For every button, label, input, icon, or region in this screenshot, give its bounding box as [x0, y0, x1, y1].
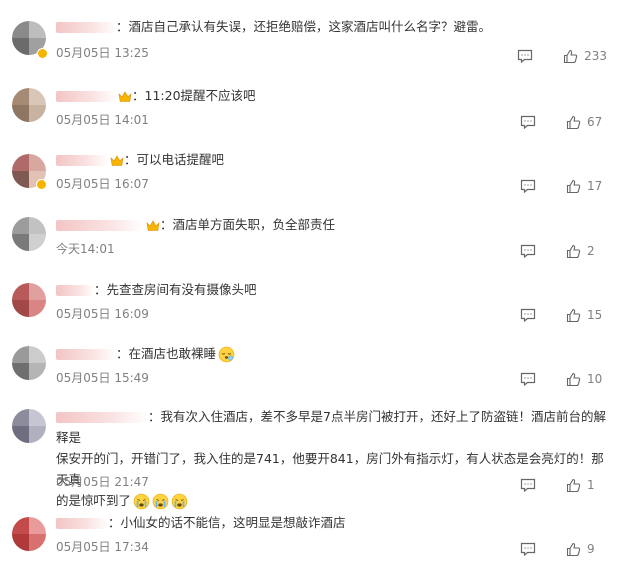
crown-icon: [110, 154, 124, 166]
username[interactable]: [56, 220, 144, 231]
comment-text: ：酒店自己承认有失误，还拒绝赔偿，这家酒店叫什么名字？避雷。: [116, 19, 492, 34]
comment-actions: 1: [520, 476, 607, 494]
like-button[interactable]: 9: [566, 542, 607, 557]
comment-text: ：酒店单方面失职，负全部责任: [160, 217, 336, 232]
username[interactable]: [56, 91, 116, 102]
like-count: 1: [587, 478, 595, 492]
comment-reply-icon[interactable]: [520, 478, 536, 492]
thumbs-up-icon: [566, 308, 581, 322]
comment-text: 的是惊吓到了: [56, 493, 132, 508]
verified-badge-icon: [36, 179, 47, 190]
like-button[interactable]: 1: [566, 478, 607, 493]
avatar[interactable]: [12, 217, 46, 251]
verified-badge-icon: [37, 48, 48, 59]
comment-reply-icon[interactable]: [520, 308, 536, 322]
comment-reply-icon[interactable]: [520, 179, 536, 193]
username[interactable]: [56, 155, 108, 166]
thumbs-up-icon: [564, 49, 578, 63]
comment-time: 05月05日 16:09: [56, 307, 149, 321]
username[interactable]: [56, 412, 148, 423]
comment-text-line: ：可以电话提醒吧: [56, 149, 607, 171]
comment-actions: 2: [520, 242, 607, 260]
comment-actions: 9: [520, 540, 607, 558]
crying-emoji-icon: [152, 493, 169, 510]
comment-actions: 15: [520, 306, 607, 324]
comment-actions: 17: [520, 177, 607, 195]
thumbs-up-icon: [566, 478, 581, 492]
avatar[interactable]: [12, 283, 46, 317]
username[interactable]: [56, 518, 108, 529]
thumbs-up-icon: [566, 115, 581, 129]
comment-actions: 10: [520, 370, 607, 388]
avatar[interactable]: [12, 517, 46, 551]
like-count: 17: [587, 179, 603, 193]
avatar[interactable]: [12, 409, 46, 443]
comment-text: ：小仙女的话不能信，这明显是想敲诈酒店: [108, 515, 346, 530]
username[interactable]: [56, 285, 94, 296]
avatar[interactable]: [12, 346, 46, 380]
comment-text-line: ：11:20提醒不应该吧: [56, 85, 607, 107]
comment-reply-icon[interactable]: [520, 542, 536, 556]
like-count: 233: [584, 49, 607, 63]
username[interactable]: [56, 349, 116, 360]
comment-time: 05月05日 14:01: [56, 113, 149, 127]
comment-text-line: ：在酒店也敢裸睡: [56, 343, 607, 365]
like-button[interactable]: 15: [566, 308, 607, 323]
crying-emoji-icon: [133, 493, 150, 510]
crown-icon: [146, 219, 160, 231]
avatar[interactable]: [12, 88, 46, 122]
sleeping-emoji-icon: [218, 346, 235, 363]
comment-text-line: ：小仙女的话不能信，这明显是想敲诈酒店: [56, 512, 607, 534]
comment-time: 05月05日 15:49: [56, 371, 149, 385]
comment-reply-icon[interactable]: [517, 49, 533, 63]
like-count: 2: [587, 244, 595, 258]
comment-reply-icon[interactable]: [520, 115, 536, 129]
comment-time: 05月05日 17:34: [56, 540, 149, 554]
comment-time: 05月05日 13:25: [56, 46, 149, 60]
comment-text-block: ：我有次入住酒店，差不多早是7点半房门被打开，还好上了防盗链！酒店前台的解释是 …: [56, 406, 607, 511]
comment-text: ：11:20提醒不应该吧: [132, 88, 256, 103]
comment-text: ：在酒店也敢裸睡: [116, 346, 217, 361]
like-button[interactable]: 233: [563, 49, 607, 64]
like-button[interactable]: 2: [566, 244, 607, 259]
comment-text-line: ：酒店自己承认有失误，还拒绝赔偿，这家酒店叫什么名字？避雷。: [56, 16, 607, 38]
comment-reply-icon[interactable]: [520, 372, 536, 386]
comment-time: 05月05日 21:47: [56, 475, 149, 489]
thumbs-up-icon: [566, 179, 581, 193]
comment-time: 05月05日 16:07: [56, 177, 149, 191]
username[interactable]: [56, 22, 116, 33]
like-button[interactable]: 10: [566, 372, 607, 387]
thumbs-up-icon: [566, 542, 581, 556]
comment-actions: 233: [517, 47, 607, 65]
like-button[interactable]: 67: [566, 115, 607, 130]
comment-text: ：先查查房间有没有摄像头吧: [94, 282, 257, 297]
comment-text-line: ：先查查房间有没有摄像头吧: [56, 279, 607, 301]
like-button[interactable]: 17: [566, 179, 607, 194]
comment-text: ：可以电话提醒吧: [124, 152, 225, 167]
like-count: 15: [587, 308, 603, 322]
crying-emoji-icon: [171, 493, 188, 510]
comment-text-line: ：酒店单方面失职，负全部责任: [56, 214, 607, 236]
like-count: 10: [587, 372, 603, 386]
comment-time: 今天14:01: [56, 242, 115, 256]
thumbs-up-icon: [566, 372, 581, 386]
like-count: 9: [587, 542, 595, 556]
crown-icon: [118, 90, 132, 102]
comment-reply-icon[interactable]: [520, 244, 536, 258]
like-count: 67: [587, 115, 603, 129]
thumbs-up-icon: [566, 244, 581, 258]
comment-actions: 67: [520, 113, 607, 131]
